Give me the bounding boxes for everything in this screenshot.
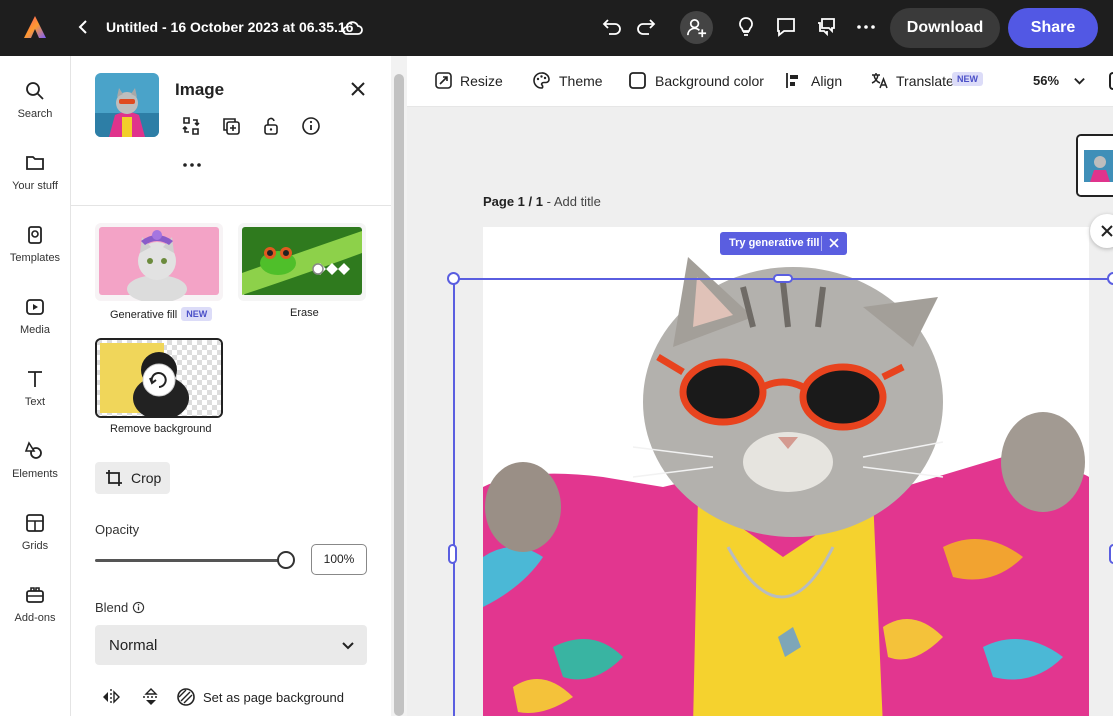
align-left-icon [786, 73, 798, 88]
close-icon[interactable] [828, 237, 840, 249]
rail-item-grids[interactable]: Grids [0, 512, 70, 552]
resize-handle-top[interactable] [773, 274, 793, 283]
flip-vertical-icon[interactable] [141, 687, 161, 707]
elements-icon [24, 441, 42, 459]
crop-icon [106, 470, 122, 486]
undo-icon[interactable] [600, 15, 624, 39]
more-options-icon[interactable] [181, 156, 203, 174]
canvas-toolbar: Resize Theme Background color Align Tran… [407, 56, 1113, 107]
rail-label: Your stuff [12, 180, 58, 192]
panel-title: Image [175, 80, 225, 99]
rail-item-text[interactable]: Text [0, 368, 70, 408]
rail-label: Templates [9, 252, 61, 264]
resize-handle-left[interactable] [448, 544, 457, 564]
comment-icon[interactable] [774, 15, 798, 39]
adobe-express-logo[interactable] [22, 14, 48, 40]
resize-handle-right[interactable] [1109, 544, 1113, 564]
pages-icon[interactable] [1109, 72, 1113, 90]
rail-label: Grids [21, 540, 49, 552]
cloud-icon[interactable] [340, 16, 364, 40]
close-icon [1101, 225, 1113, 237]
scrollbar-thumb[interactable] [394, 74, 404, 716]
rail-label: Media [20, 324, 50, 336]
rail-label: Text [24, 396, 46, 408]
media-icon [26, 299, 44, 315]
remove-background-tile[interactable] [95, 338, 223, 418]
grids-icon [26, 514, 44, 532]
unlock-icon[interactable] [260, 115, 282, 137]
share-button[interactable]: Share [1008, 8, 1098, 48]
flip-horizontal-icon[interactable] [101, 687, 121, 707]
back-chevron-icon[interactable] [74, 17, 92, 37]
left-rail: Search Your stuff Templates Media Text E… [0, 56, 71, 716]
rail-item-add-ons[interactable]: Add-ons [0, 584, 70, 624]
top-bar: Untitled - 16 October 2023 at 06.35.16 D… [0, 0, 1113, 56]
rail-item-media[interactable]: Media [0, 296, 70, 336]
try-generative-fill-pill[interactable]: Try generative fill [720, 232, 847, 255]
canvas-area: Page 1 / 1 - Add title Try generative fi… [407, 107, 1113, 716]
resize-handle-top-left[interactable] [447, 272, 460, 285]
redo-icon[interactable] [634, 15, 658, 39]
rail-label: Elements [12, 468, 58, 480]
crop-button[interactable]: Crop [95, 462, 170, 494]
panel-divider [71, 205, 391, 206]
palette-icon [533, 72, 550, 89]
add-ons-icon [26, 587, 44, 603]
rail-item-search[interactable]: Search [0, 80, 70, 120]
close-panel-button[interactable] [1090, 214, 1113, 248]
remove-background-label: Remove background [110, 423, 212, 435]
chevron-down-icon [1074, 77, 1085, 85]
opacity-label: Opacity [95, 522, 140, 537]
erase-label: Erase [290, 307, 319, 319]
blend-label: Blend [95, 600, 145, 615]
rail-label: Search [17, 108, 53, 120]
blend-mode-select[interactable]: Normal [95, 625, 367, 665]
rail-item-your-stuff[interactable]: Your stuff [0, 152, 70, 192]
replace-image-icon[interactable] [180, 115, 202, 137]
opacity-slider-thumb[interactable] [277, 551, 295, 569]
more-icon[interactable] [854, 15, 878, 39]
opacity-value-field[interactable]: 100% [311, 544, 367, 575]
templates-icon [28, 226, 42, 244]
folder-icon [26, 156, 44, 170]
rail-label: Add-ons [14, 612, 56, 624]
duplicate-icon[interactable] [220, 115, 242, 137]
rail-item-templates[interactable]: Templates [0, 224, 70, 264]
resize-icon [435, 72, 452, 89]
color-swatch-icon [629, 72, 646, 89]
opacity-slider[interactable] [95, 559, 285, 562]
invite-user-icon [687, 18, 707, 38]
page-label[interactable]: Page 1 / 1 - Add title [483, 194, 601, 209]
document-title[interactable]: Untitled - 16 October 2023 at 06.35.16 [106, 19, 353, 35]
selection-box[interactable] [453, 278, 1113, 716]
search-icon [26, 82, 44, 100]
generative-fill-label: Generative fill NEW [110, 307, 213, 321]
chat-icon[interactable] [814, 15, 838, 39]
invite-user-button[interactable] [680, 11, 713, 44]
info-icon[interactable] [132, 601, 145, 614]
generative-fill-tile[interactable] [95, 223, 223, 301]
panel-scrollbar[interactable] [391, 56, 407, 716]
erase-tile[interactable] [238, 223, 366, 301]
new-badge: NEW [181, 307, 213, 321]
new-badge: NEW [952, 72, 983, 86]
page-background-icon [177, 688, 195, 706]
chevron-down-icon [342, 642, 354, 650]
close-icon[interactable] [349, 80, 367, 98]
selected-image-thumbnail [95, 73, 159, 137]
info-icon[interactable] [300, 115, 322, 137]
text-icon [28, 371, 42, 387]
resize-handle-top-right[interactable] [1107, 272, 1113, 285]
rail-item-elements[interactable]: Elements [0, 440, 70, 480]
translate-icon [871, 73, 888, 89]
image-properties-panel: Image Generative fill NEW Erase Remove b… [71, 56, 391, 716]
download-button[interactable]: Download [890, 8, 1000, 48]
lightbulb-icon[interactable] [734, 15, 758, 39]
page-thumbnail[interactable] [1076, 134, 1113, 197]
